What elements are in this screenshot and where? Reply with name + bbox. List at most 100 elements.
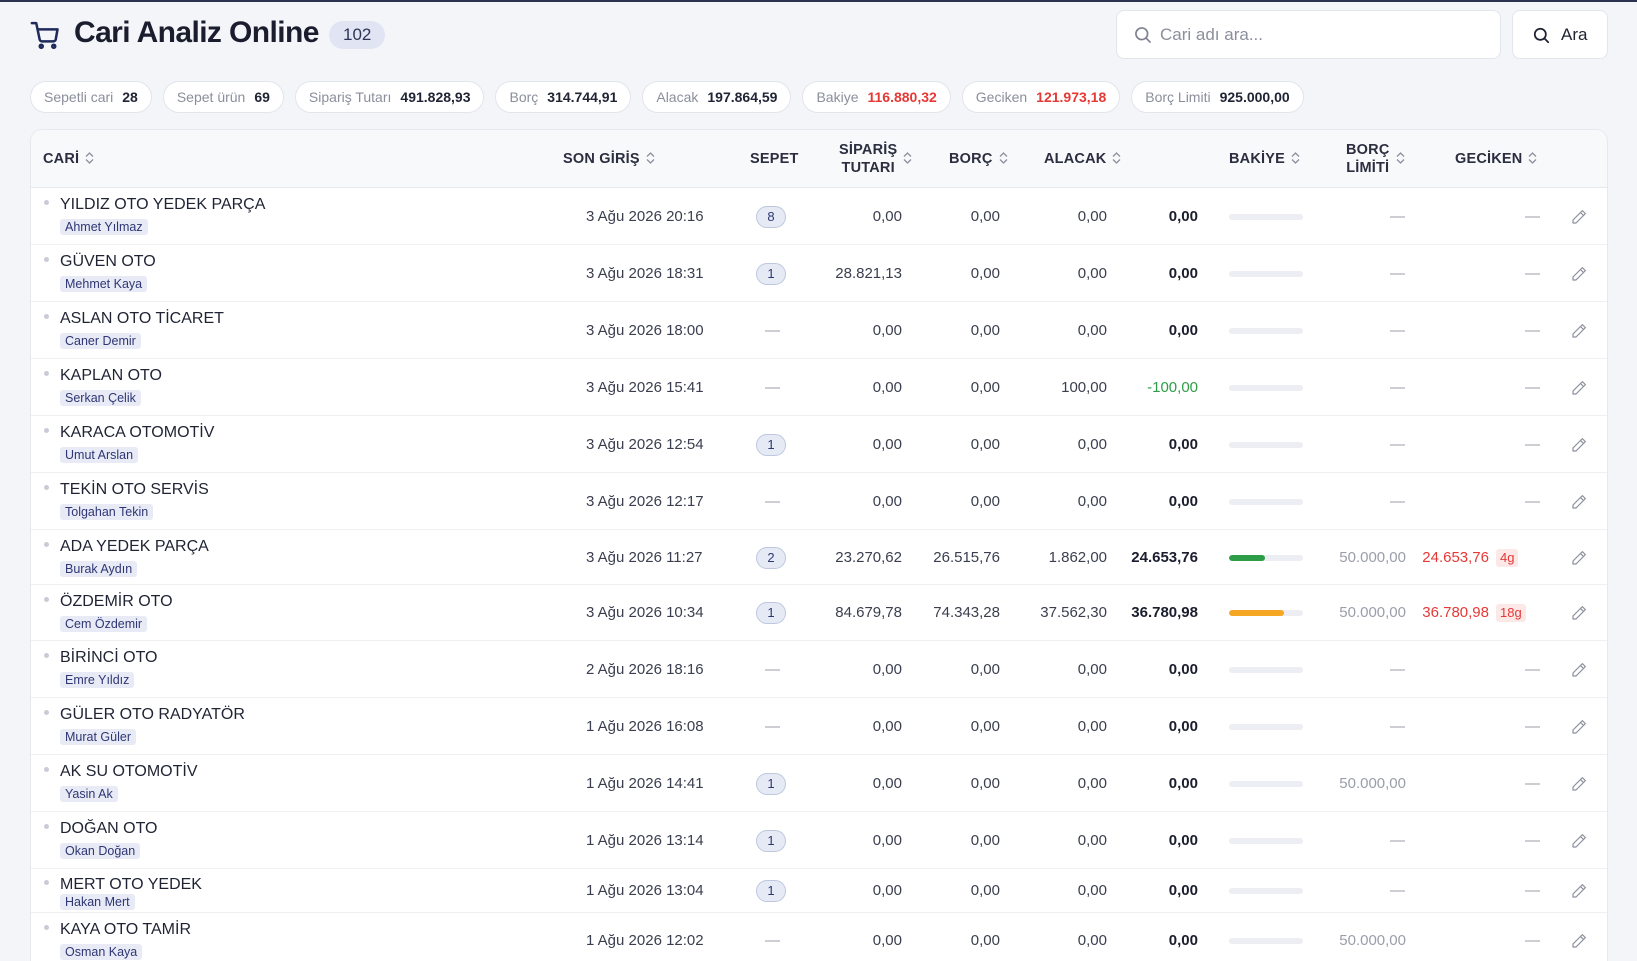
credit-limit: 50.000,00 <box>1339 604 1406 621</box>
overdue-days-badge: 4g <box>1496 548 1519 567</box>
pencil-icon[interactable] <box>1570 549 1588 567</box>
cart-count-badge[interactable]: 1 <box>756 829 786 852</box>
cart-count-badge[interactable]: 1 <box>756 602 786 624</box>
cari-name[interactable]: GÜLER OTO RADYATÖR <box>60 706 245 724</box>
cari-name[interactable]: BİRİNCİ OTO <box>60 649 158 667</box>
col-borc-header[interactable]: BORÇ <box>949 150 1008 168</box>
pencil-icon[interactable] <box>1570 882 1588 900</box>
col-siparis-header[interactable]: SİPARİŞ TUTARI <box>839 141 912 177</box>
cart-empty: — <box>765 492 780 510</box>
col-siparis-label-1: SİPARİŞ <box>839 142 898 158</box>
col-borc-limiti-header[interactable]: BORÇ LİMİTİ <box>1346 141 1405 177</box>
cart-count-badge[interactable]: 1 <box>756 772 786 795</box>
search-button[interactable]: Ara <box>1512 10 1608 59</box>
table-row[interactable]: DOĞAN OTO Okan Doğan 1 Ağu 2026 13:14 1 0,00… <box>31 812 1607 869</box>
balance-amount: 24.653,76 <box>1131 548 1198 566</box>
cart-count-badge[interactable]: 8 <box>756 205 786 228</box>
table-row[interactable]: KAPLAN OTO Serkan Çelik 3 Ağu 2026 15:41 — 0… <box>31 359 1607 416</box>
col-bakiye-header[interactable]: BAKİYE <box>1229 150 1300 168</box>
col-siparis-label-2: TUTARI <box>841 160 895 176</box>
col-son-giris-header[interactable]: SON GİRİŞ <box>563 150 655 168</box>
page-header: Cari Analiz Online 102 Ara <box>0 2 1637 68</box>
pencil-icon[interactable] <box>1570 436 1588 454</box>
debt-amount: 74.343,28 <box>933 604 1000 621</box>
pencil-icon[interactable] <box>1570 932 1588 950</box>
balance-amount: -100,00 <box>1147 378 1198 396</box>
stat-pill: Alacak 197.864,59 <box>642 81 792 113</box>
pencil-icon[interactable] <box>1570 718 1588 736</box>
col-alacak-header[interactable]: ALACAK <box>1044 150 1121 168</box>
table-row[interactable]: ASLAN OTO TİCARET Caner Demir 3 Ağu 2026 1… <box>31 302 1607 359</box>
credit-amount: 0,00 <box>1077 264 1107 282</box>
limit-usage-bar <box>1229 554 1303 561</box>
search-box[interactable] <box>1116 10 1501 59</box>
cari-name[interactable]: AK SU OTOMOTİV <box>60 763 198 781</box>
pencil-icon[interactable] <box>1570 775 1588 793</box>
cari-name[interactable]: ADA YEDEK PARÇA <box>60 538 209 556</box>
cari-name[interactable]: TEKİN OTO SERVİS <box>60 481 209 499</box>
credit-limit: 50.000,00 <box>1339 774 1406 792</box>
table-row[interactable]: GÜLER OTO RADYATÖR Murat Güler 1 Ağu 2026 … <box>31 698 1607 755</box>
table-row[interactable]: AK SU OTOMOTİV Yasin Ak 1 Ağu 2026 14:41 1 0… <box>31 755 1607 812</box>
sales-rep-tag: Osman Kaya <box>60 944 143 960</box>
sales-rep-tag: Mehmet Kaya <box>60 276 148 292</box>
table-row[interactable]: TEKİN OTO SERVİS Tolgahan Tekin 3 Ağu 2026… <box>31 473 1607 530</box>
sales-rep-tag: Murat Güler <box>60 729 136 745</box>
cari-name[interactable]: KAYA OTO TAMİR <box>60 921 191 939</box>
table-row[interactable]: YILDIZ OTO YEDEK PARÇA Ahmet Yılmaz 3 Ağu … <box>31 188 1607 245</box>
col-son-giris-label: SON GİRİŞ <box>563 151 640 167</box>
pencil-icon[interactable] <box>1570 493 1588 511</box>
cart-count-badge[interactable]: 1 <box>756 880 786 902</box>
cari-name[interactable]: ÖZDEMİR OTO <box>60 593 173 611</box>
pencil-icon[interactable] <box>1570 379 1588 397</box>
overdue-amount: 36.780,98 <box>1422 604 1489 621</box>
last-login: 3 Ağu 2026 12:17 <box>586 492 704 510</box>
cari-name[interactable]: ASLAN OTO TİCARET <box>60 310 224 328</box>
last-login: 3 Ağu 2026 20:16 <box>586 207 704 225</box>
cart-count-badge[interactable]: 1 <box>756 262 786 285</box>
pencil-icon[interactable] <box>1570 604 1588 622</box>
last-login: 3 Ağu 2026 18:00 <box>586 321 704 339</box>
cari-name[interactable]: MERT OTO YEDEK <box>60 876 202 894</box>
debt-amount: 0,00 <box>970 717 1000 735</box>
table-row[interactable]: GÜVEN OTO Mehmet Kaya 3 Ağu 2026 18:31 1 28.… <box>31 245 1607 302</box>
pencil-icon[interactable] <box>1570 322 1588 340</box>
cari-name[interactable]: KARACA OTOMOTİV <box>60 424 214 442</box>
table-row[interactable]: MERT OTO YEDEK Hakan Mert 1 Ağu 2026 13:04… <box>31 869 1607 913</box>
order-amount: 0,00 <box>872 660 902 678</box>
sort-icon <box>1396 151 1404 164</box>
overdue-amount: — <box>1525 774 1540 792</box>
pencil-icon[interactable] <box>1570 208 1588 226</box>
col-geciken-header[interactable]: GECİKEN <box>1455 150 1537 168</box>
table-row[interactable]: KAYA OTO TAMİR Osman Kaya 1 Ağu 2026 12:02… <box>31 913 1607 961</box>
search-input[interactable] <box>1160 20 1480 50</box>
table-row[interactable]: KARACA OTOMOTİV Umut Arslan 3 Ağu 2026 12:… <box>31 416 1607 473</box>
table-row[interactable]: BİRİNCİ OTO Emre Yıldız 2 Ağu 2026 18:16 — 0… <box>31 641 1607 698</box>
debt-amount: 0,00 <box>970 207 1000 225</box>
cari-name[interactable]: KAPLAN OTO <box>60 367 162 385</box>
cart-count-badge[interactable]: 1 <box>756 433 786 456</box>
pencil-icon[interactable] <box>1570 265 1588 283</box>
cari-name[interactable]: DOĞAN OTO <box>60 820 158 838</box>
stat-pill: Sipariş Tutarı 491.828,93 <box>294 81 485 113</box>
last-login: 3 Ağu 2026 10:34 <box>586 604 704 621</box>
cari-name[interactable]: GÜVEN OTO <box>60 253 156 271</box>
pencil-icon[interactable] <box>1570 832 1588 850</box>
stat-pill: Sepetli cari 28 <box>30 81 152 113</box>
last-login: 3 Ağu 2026 11:27 <box>586 548 703 566</box>
col-cari-header[interactable]: CARİ <box>43 150 94 168</box>
table-row[interactable]: ÖZDEMİR OTO Cem Özdemir 3 Ağu 2026 10:34 1 8… <box>31 585 1607 641</box>
credit-amount: 0,00 <box>1077 492 1107 510</box>
cart-empty: — <box>765 321 780 339</box>
credit-limit: — <box>1390 207 1405 225</box>
limit-usage-bar <box>1229 270 1303 277</box>
limit-usage-bar <box>1229 666 1303 673</box>
row-marker <box>44 314 49 319</box>
cart-count-badge[interactable]: 2 <box>756 546 786 569</box>
limit-usage-bar <box>1229 723 1303 730</box>
cari-name[interactable]: YILDIZ OTO YEDEK PARÇA <box>60 196 265 214</box>
sales-rep-tag: Ahmet Yılmaz <box>60 219 148 235</box>
table-row[interactable]: ADA YEDEK PARÇA Burak Aydın 3 Ağu 2026 11:… <box>31 530 1607 585</box>
credit-amount: 0,00 <box>1077 932 1107 949</box>
pencil-icon[interactable] <box>1570 661 1588 679</box>
